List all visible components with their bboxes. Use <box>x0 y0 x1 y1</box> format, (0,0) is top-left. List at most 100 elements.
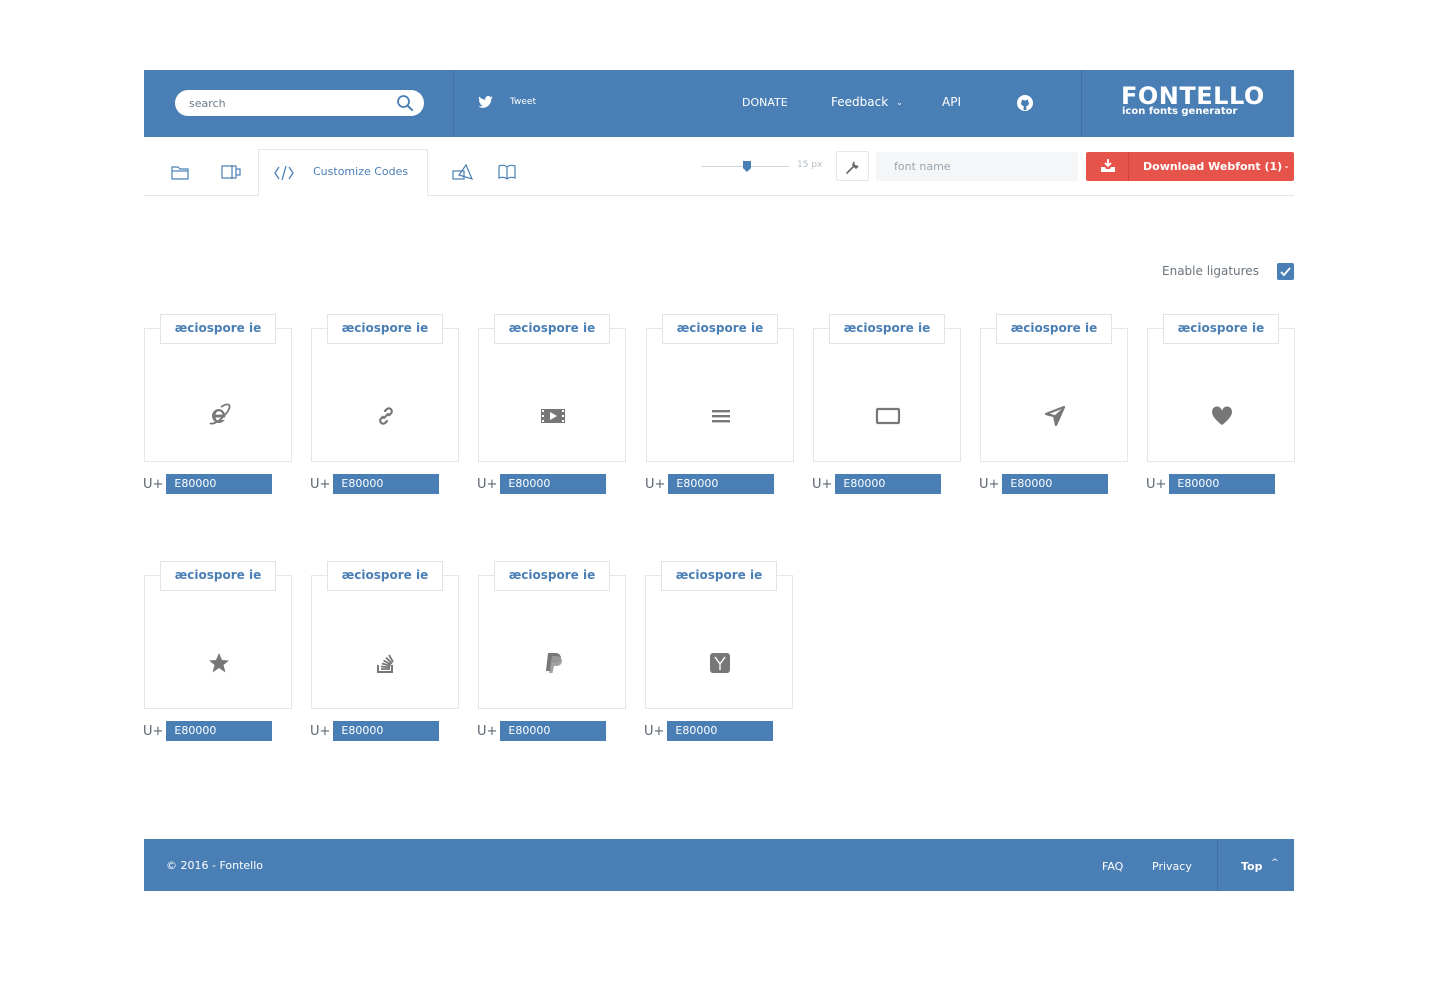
folder-icon[interactable] <box>169 161 191 183</box>
code-input[interactable] <box>333 474 440 494</box>
glyph-box[interactable] <box>311 575 459 709</box>
code-prefix: U+ <box>143 723 164 739</box>
glyph-name[interactable]: æciospore ie <box>662 314 778 344</box>
tab-label: Customize Codes <box>313 165 409 178</box>
glyph-card[interactable]: æciospore ie U+ <box>1146 314 1297 499</box>
glyph-card[interactable]: æciospore ie U+ <box>477 561 628 746</box>
glyph-box[interactable] <box>646 328 794 462</box>
glyph-name[interactable]: æciospore ie <box>661 561 777 591</box>
glyph-name[interactable]: æciospore ie <box>327 561 443 591</box>
code-input[interactable] <box>166 721 273 741</box>
glyph-name[interactable]: æciospore ie <box>996 314 1112 344</box>
shapes-icon[interactable] <box>451 161 473 183</box>
glyph-box[interactable] <box>144 328 292 462</box>
glyph-box[interactable] <box>478 575 626 709</box>
glyph-card[interactable]: æciospore ie U+ <box>310 561 461 746</box>
book-icon[interactable] <box>496 161 518 183</box>
tweet-button[interactable]: Tweet <box>478 96 536 108</box>
donate-link[interactable]: DONATE <box>742 96 788 109</box>
paypal-icon <box>538 648 568 678</box>
privacy-link[interactable]: Privacy <box>1152 860 1192 873</box>
glyph-name[interactable]: æciospore ie <box>829 314 945 344</box>
code-input[interactable] <box>668 474 775 494</box>
glyph-card[interactable]: æciospore ie U+ <box>644 561 795 746</box>
glyph-list-icon[interactable] <box>220 161 242 183</box>
glyph-box[interactable] <box>144 575 292 709</box>
logo-title: FONTELLO <box>1121 82 1265 110</box>
glyph-name[interactable]: æciospore ie <box>160 561 276 591</box>
link-icon <box>371 401 401 431</box>
code-prefix: U+ <box>812 476 833 492</box>
glyph-card[interactable]: æciospore ie U+ <box>310 314 461 499</box>
header-divider <box>453 70 454 137</box>
glyph-card[interactable]: æciospore ie U+ <box>143 561 294 746</box>
code-input[interactable] <box>333 721 440 741</box>
code-prefix: U+ <box>645 476 666 492</box>
glyph-card[interactable]: æciospore ie U+ <box>812 314 963 499</box>
glyph-code: U+ <box>645 474 775 494</box>
glyph-box[interactable] <box>980 328 1128 462</box>
glyph-box[interactable] <box>813 328 961 462</box>
slider-thumb[interactable] <box>743 161 751 172</box>
paypal-icon <box>546 653 562 673</box>
tab-customize-codes[interactable]: Customize Codes <box>258 149 428 196</box>
glyph-name[interactable]: æciospore ie <box>494 561 610 591</box>
glyph-name[interactable]: æciospore ie <box>160 314 276 344</box>
stackoverflow-icon <box>371 648 401 678</box>
settings-button[interactable] <box>836 151 869 181</box>
wrench-icon <box>846 161 859 174</box>
glyph-box[interactable] <box>478 328 626 462</box>
code-icon <box>274 165 294 181</box>
internet-explorer-icon <box>209 403 231 425</box>
chevron-down-icon[interactable]: ⌄ <box>1283 161 1290 170</box>
font-name-input[interactable] <box>876 152 1078 181</box>
search-input[interactable] <box>189 90 389 116</box>
search-box[interactable] <box>175 90 424 116</box>
glyph-name[interactable]: æciospore ie <box>327 314 443 344</box>
download-webfont-button[interactable]: Download Webfont (1) ⌄ <box>1086 152 1294 181</box>
video-icon <box>538 401 568 431</box>
feedback-menu[interactable]: Feedback ⌄ <box>831 95 903 109</box>
glyph-card[interactable]: æciospore ie U+ <box>143 314 294 499</box>
check-icon <box>1280 267 1291 277</box>
glyph-code: U+ <box>979 474 1109 494</box>
code-input[interactable] <box>1002 474 1109 494</box>
glyph-code: U+ <box>1146 474 1276 494</box>
code-input[interactable] <box>1169 474 1276 494</box>
code-input[interactable] <box>166 474 273 494</box>
glyph-code: U+ <box>812 474 942 494</box>
code-input[interactable] <box>835 474 942 494</box>
star-icon <box>209 653 229 673</box>
github-icon[interactable] <box>1016 94 1034 112</box>
fontello-logo[interactable]: FONTELLO icon fonts generator <box>1121 84 1265 117</box>
glyph-box[interactable] <box>1147 328 1295 462</box>
code-input[interactable] <box>500 721 607 741</box>
faq-link[interactable]: FAQ <box>1102 860 1123 873</box>
toolbar: Customize Codes 15 px Download Webfont (… <box>144 149 1294 196</box>
search-icon[interactable] <box>396 94 414 112</box>
glyph-code: U+ <box>477 474 607 494</box>
glyph-card[interactable]: æciospore ie U+ <box>477 314 628 499</box>
link-icon <box>379 407 393 425</box>
top-header: Tweet DONATE Feedback ⌄ API FONTELLO icon… <box>144 70 1294 137</box>
top-link[interactable]: Top <box>1241 860 1262 873</box>
star-icon <box>204 648 234 678</box>
navigation-icon <box>1044 405 1066 427</box>
glyph-name[interactable]: æciospore ie <box>494 314 610 344</box>
navigation-icon <box>1040 401 1070 431</box>
glyph-box[interactable] <box>311 328 459 462</box>
feedback-label: Feedback <box>831 95 889 109</box>
glyph-card[interactable]: æciospore ie U+ <box>979 314 1130 499</box>
footer-divider <box>1217 839 1218 891</box>
code-prefix: U+ <box>310 723 331 739</box>
code-input[interactable] <box>500 474 607 494</box>
tweet-label: Tweet <box>510 97 536 107</box>
code-input[interactable] <box>667 721 774 741</box>
glyph-card[interactable]: æciospore ie U+ <box>645 314 796 499</box>
glyph-name[interactable]: æciospore ie <box>1163 314 1279 344</box>
ligatures-checkbox[interactable] <box>1277 263 1294 280</box>
chevron-up-icon[interactable]: ^ <box>1271 858 1279 868</box>
glyph-box[interactable] <box>645 575 793 709</box>
heart-icon <box>1207 401 1237 431</box>
api-link[interactable]: API <box>942 95 961 109</box>
